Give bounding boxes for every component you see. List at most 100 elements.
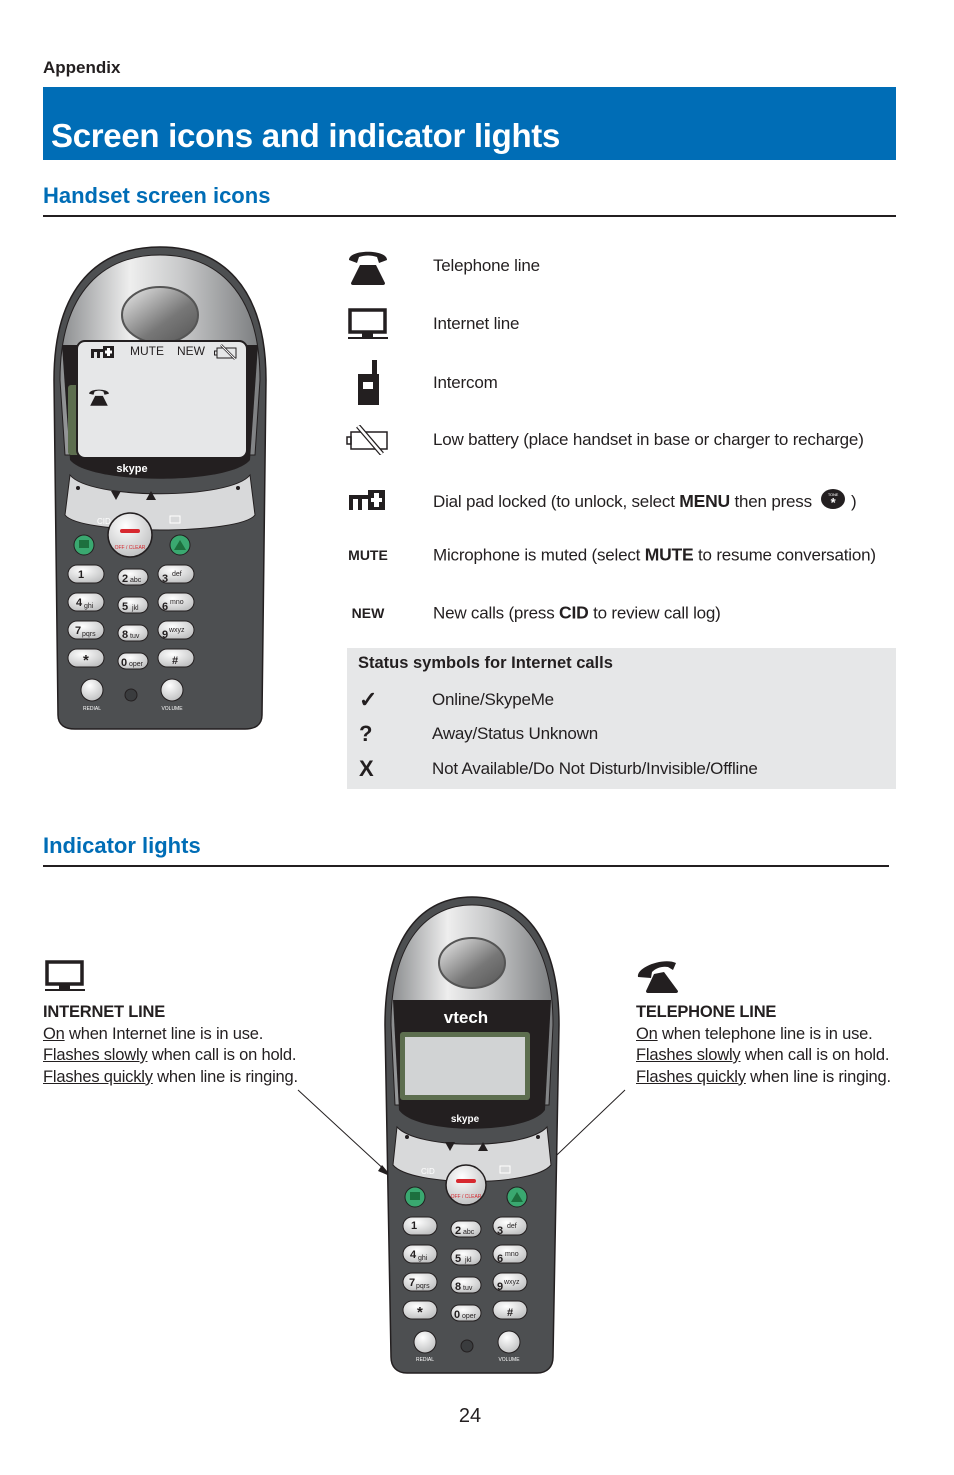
internet-line-title: INTERNET LINE xyxy=(43,1003,166,1021)
state-desc: when line is ringing. xyxy=(745,1067,891,1086)
icon-row-mute: MUTE Microphone is muted (select MUTE to… xyxy=(345,535,905,575)
state-desc: when line is ringing. xyxy=(152,1067,298,1086)
end-call-icon xyxy=(120,529,140,533)
label-part: ) xyxy=(846,492,857,511)
state-term: Flashes quickly xyxy=(636,1067,746,1086)
telephone-line-description: TELEPHONE LINE On when telephone line is… xyxy=(636,1002,891,1088)
icon-label: New calls (press CID to review call log) xyxy=(433,603,721,624)
low-battery-icon xyxy=(214,344,237,360)
key-6-sub: mno xyxy=(170,599,184,606)
earpiece xyxy=(121,286,199,344)
status-label: Away/Status Unknown xyxy=(432,724,598,743)
cid-key-label[interactable]: CID xyxy=(421,1167,435,1176)
icon-label: Internet line xyxy=(433,314,520,333)
telephone-line-state-slow: Flashes slowly when call is on hold. xyxy=(636,1045,891,1067)
key-2-label: 2 xyxy=(122,573,128,585)
cid-key-label[interactable]: CID xyxy=(97,517,111,526)
section-heading: Handset screen icons xyxy=(43,183,271,208)
status-label: Not Available/Do Not Disturb/Invisible/O… xyxy=(432,759,758,778)
microphone xyxy=(460,1339,474,1353)
key-7-label: 7 xyxy=(75,625,81,637)
label-part: to review call log) xyxy=(588,603,721,623)
section-heading: Indicator lights xyxy=(43,833,201,858)
end-call-icon xyxy=(456,1179,476,1183)
telephone-line-title: TELEPHONE LINE xyxy=(636,1003,777,1021)
dial-pad-locked-icon xyxy=(345,480,391,520)
state-term: Flashes quickly xyxy=(43,1067,153,1086)
redial-button[interactable] xyxy=(413,1330,437,1354)
key-6-sub: mno xyxy=(505,1251,519,1258)
vtech-logo: vtech xyxy=(444,1008,488,1027)
redial-label: REDIAL xyxy=(83,706,101,712)
computer-monitor-icon xyxy=(410,1192,420,1200)
label-part: Dial pad locked (to unlock, select xyxy=(433,492,680,511)
indicator-lights-section-header: Indicator lights xyxy=(43,833,889,867)
new-text-icon: NEW xyxy=(345,593,391,633)
key-1[interactable] xyxy=(402,1216,438,1236)
key-4-sub: ghi xyxy=(418,1255,428,1262)
volume-button[interactable] xyxy=(160,678,184,702)
label-part: New calls (press xyxy=(433,603,560,623)
redial-button[interactable] xyxy=(80,678,104,702)
key-1-label: 1 xyxy=(78,569,84,581)
volume-button[interactable] xyxy=(497,1330,521,1354)
handset-icons-section-header: Handset screen icons xyxy=(43,183,896,217)
redial-label: REDIAL xyxy=(416,1357,434,1363)
key-8-label: 8 xyxy=(122,629,128,641)
state-desc: when Internet line is in use. xyxy=(64,1024,264,1043)
key-7-label: 7 xyxy=(409,1277,415,1289)
computer-monitor-icon xyxy=(45,960,85,991)
status-row-offline: X Not Available/Do Not Disturb/Invisible… xyxy=(347,754,896,784)
section-divider xyxy=(43,215,896,217)
mute-icon-text: MUTE xyxy=(348,547,388,563)
status-label: Online/SkypeMe xyxy=(432,690,554,709)
key-1-label: 1 xyxy=(411,1220,417,1232)
key-5-label: 5 xyxy=(455,1253,461,1265)
telephone-icon xyxy=(89,389,109,406)
screen-callout: MUTE NEW xyxy=(76,340,248,459)
state-desc: when call is on hold. xyxy=(740,1046,890,1064)
state-term: On xyxy=(43,1024,65,1043)
checkmark-icon: ✓ xyxy=(359,687,378,712)
key-4-sub: ghi xyxy=(84,603,94,610)
label-part: to resume conversation) xyxy=(693,545,876,565)
key-4-label: 4 xyxy=(76,597,83,609)
icon-row-telephone-line: Telephone line xyxy=(345,246,905,286)
intercom-handset-icon xyxy=(345,358,391,408)
key-5-label: 5 xyxy=(122,601,128,613)
key-6-label: 6 xyxy=(497,1253,503,1265)
key-8-label: 8 xyxy=(455,1281,461,1293)
mute-indicator: MUTE xyxy=(130,344,164,358)
lcd-screen xyxy=(405,1037,525,1095)
label-part: Microphone is muted (select xyxy=(433,545,645,565)
volume-label: VOLUME xyxy=(161,706,183,712)
icon-row-new-calls: NEW New calls (press CID to review call … xyxy=(345,593,905,633)
mute-text-icon: MUTE xyxy=(345,535,391,575)
status-row-away: ? Away/Status Unknown xyxy=(347,719,896,749)
handset-large-illustration: vtech skype CID OFF / CLEAR 1 2 abc 3 de… xyxy=(384,896,560,1374)
key-1[interactable] xyxy=(67,564,105,584)
label-part: then press xyxy=(729,492,817,511)
internet-line-light-icon xyxy=(79,540,89,548)
telephone-line-state-quick: Flashes quickly when line is ringing. xyxy=(636,1067,891,1089)
key-0-label: 0 xyxy=(121,657,127,669)
key-2-label: 2 xyxy=(455,1225,461,1237)
key-3-label: 3 xyxy=(162,573,168,585)
earpiece xyxy=(438,937,506,989)
key-5-sub: jkl xyxy=(464,1257,472,1264)
title-banner: Screen icons and indicator lights xyxy=(43,87,896,160)
section-divider xyxy=(43,865,889,867)
key-2-sub: abc xyxy=(463,1229,475,1236)
key-star-label: * xyxy=(83,652,89,669)
menu-key-name: MENU xyxy=(679,491,730,511)
icon-label: Telephone line xyxy=(433,256,540,275)
key-0-sub: oper xyxy=(129,661,144,668)
mute-key-name: MUTE xyxy=(644,544,694,565)
off-clear-label: OFF / CLEAR xyxy=(115,545,146,551)
icon-label: Intercom xyxy=(433,373,498,392)
right-softkey-dot xyxy=(236,486,240,490)
telephone-line-state-on: On when telephone line is in use. xyxy=(636,1024,891,1046)
key-8-sub: tuv xyxy=(463,1285,473,1292)
key-2-sub: abc xyxy=(130,577,142,584)
internet-line-state-on: On when Internet line is in use. xyxy=(43,1024,298,1046)
